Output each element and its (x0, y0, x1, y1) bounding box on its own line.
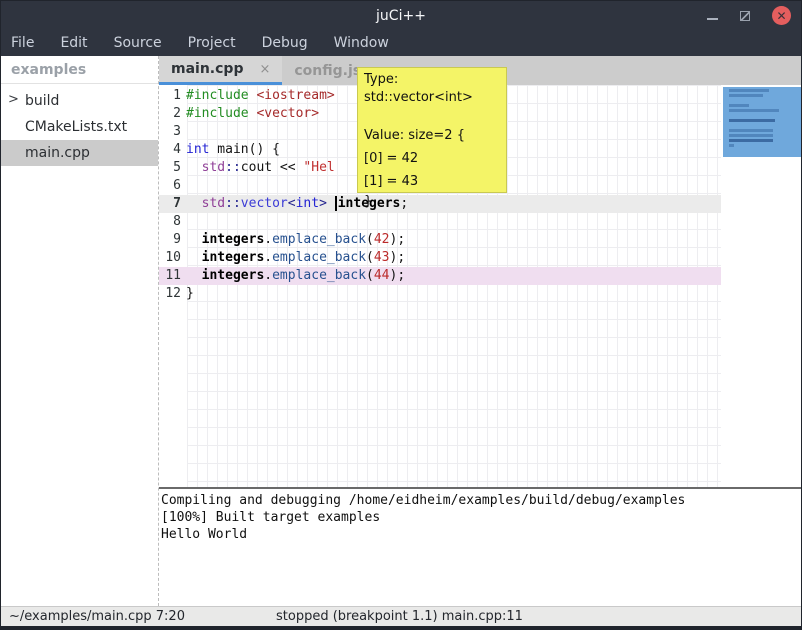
debug-value-tooltip: Type: std::vector<int> Value: size=2 { [… (357, 67, 507, 193)
terminal-line: Hello World (161, 526, 801, 543)
sidebar-item-label: build (25, 93, 59, 109)
line-number[interactable]: 1 (159, 87, 186, 105)
code-text: } (186, 285, 721, 303)
status-debug-state: stopped (breakpoint 1.1) main.cpp:11 (276, 609, 523, 624)
line-number[interactable]: 3 (159, 123, 186, 141)
tooltip-value-line: Value: size=2 { (364, 124, 500, 147)
code-text: integers.emplace_back(42); (186, 231, 721, 249)
tooltip-values: Value: size=2 { [0] = 42 [1] = 43 (364, 124, 500, 193)
file-sidebar: examples > build CMakeLists.txt main.cpp (1, 56, 159, 606)
menu-item-source[interactable]: Source (101, 35, 175, 51)
tooltip-close-brace: } (364, 193, 500, 211)
expander-chevron-icon[interactable]: > (8, 92, 19, 107)
text-cursor (335, 196, 337, 211)
tooltip-value-line: [1] = 43 (364, 170, 500, 193)
tooltip-gap (364, 107, 500, 124)
menu-item-file[interactable]: File (11, 35, 47, 51)
terminal-line: Compiling and debugging /home/eidheim/ex… (161, 492, 801, 509)
line-number[interactable]: 4 (159, 141, 186, 159)
menu-item-edit[interactable]: Edit (47, 35, 100, 51)
line-number[interactable]: 6 (159, 177, 186, 195)
code-text: integers.emplace_back(43); (186, 249, 721, 267)
status-bar: ~/examples/main.cpp 7:20 stopped (breakp… (1, 606, 801, 626)
code-line-10[interactable]: 10 integers.emplace_back(43); (159, 249, 721, 267)
sidebar-item-label: main.cpp (25, 145, 90, 161)
code-text (186, 213, 721, 231)
minimap-line (729, 129, 773, 132)
line-number[interactable]: 5 (159, 159, 186, 177)
minimap-line (729, 89, 769, 92)
code-line-9[interactable]: 9 integers.emplace_back(42); (159, 231, 721, 249)
status-file-position: ~/examples/main.cpp 7:20 (1, 609, 185, 624)
tooltip-type: Type: std::vector<int> (364, 71, 500, 107)
line-number[interactable]: 9 (159, 231, 186, 249)
line-number[interactable]: 7 (159, 195, 186, 213)
minimap-line (729, 139, 773, 142)
titlebar: juCi++ ✕ (1, 1, 801, 30)
minimap-line (729, 104, 749, 107)
line-number[interactable]: 2 (159, 105, 186, 123)
close-icon[interactable]: ✕ (772, 6, 791, 25)
tab-close-icon[interactable]: × (259, 62, 270, 77)
window-bottom-edge (1, 626, 801, 629)
line-number[interactable]: 12 (159, 285, 186, 303)
juci-window: juCi++ ✕ FileEditSourceProjectDebugWindo… (0, 0, 802, 630)
code-line-8[interactable]: 8 (159, 213, 721, 231)
window-controls: ✕ (707, 1, 791, 30)
window-title: juCi++ (376, 8, 426, 24)
minimap-line (729, 134, 773, 137)
minimap-line (729, 94, 763, 97)
menu-item-debug[interactable]: Debug (249, 35, 321, 51)
minimap[interactable] (723, 87, 801, 157)
project-name: examples (1, 56, 158, 84)
line-number[interactable]: 10 (159, 249, 186, 267)
sidebar-item-build[interactable]: > build (1, 88, 158, 114)
menu-item-project[interactable]: Project (175, 35, 249, 51)
tab-main-cpp[interactable]: main.cpp × (159, 56, 282, 85)
terminal-line: [100%] Built target examples (161, 509, 801, 526)
code-text: integers.emplace_back(44); (186, 267, 721, 285)
sidebar-item-label: CMakeLists.txt (25, 119, 127, 135)
tooltip-value-line: [0] = 42 (364, 147, 500, 170)
sidebar-item-main-cpp[interactable]: main.cpp (1, 140, 158, 166)
minimap-line (729, 119, 775, 122)
file-tree: > build CMakeLists.txt main.cpp (1, 84, 158, 166)
restore-icon[interactable] (740, 11, 750, 21)
code-line-12[interactable]: 12} (159, 285, 721, 303)
line-number[interactable]: 11 (159, 267, 186, 285)
code-line-11[interactable]: 11 integers.emplace_back(44); (159, 267, 721, 285)
minimize-icon[interactable] (707, 18, 718, 20)
minimap-line (729, 144, 734, 147)
line-number[interactable]: 8 (159, 213, 186, 231)
minimap-line (729, 109, 779, 112)
sidebar-item-cmakelists-txt[interactable]: CMakeLists.txt (1, 114, 158, 140)
tab-label: main.cpp (171, 61, 243, 77)
menu-item-window[interactable]: Window (321, 35, 402, 51)
menu-bar: FileEditSourceProjectDebugWindow (1, 30, 801, 56)
terminal-output[interactable]: Compiling and debugging /home/eidheim/ex… (159, 489, 801, 606)
